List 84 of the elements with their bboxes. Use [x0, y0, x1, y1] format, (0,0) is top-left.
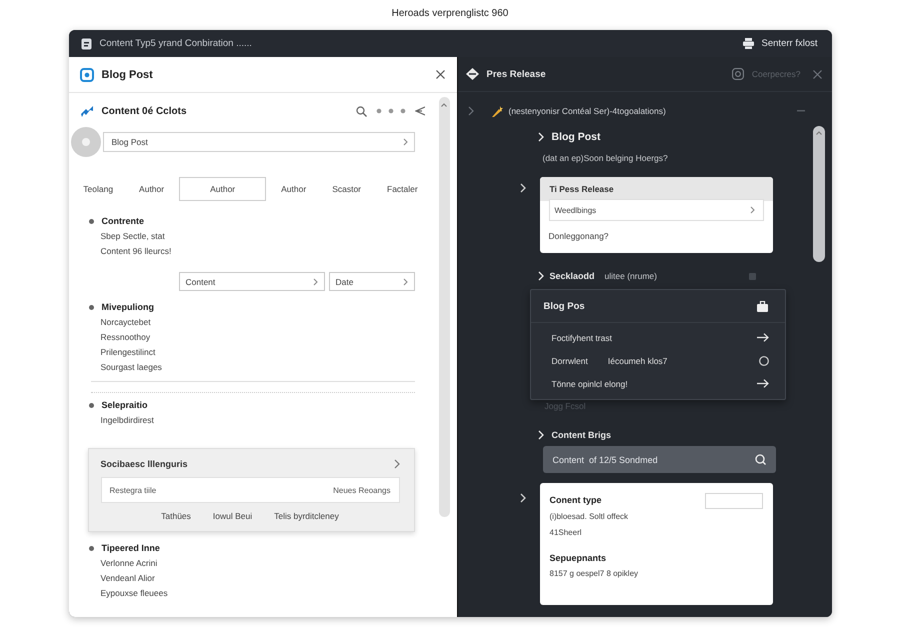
tab[interactable]: Author — [270, 177, 318, 201]
item-text: Ingelbdirdirest — [100, 414, 155, 427]
item-text: Sourgast laeges — [100, 361, 163, 374]
bullet-icon — [88, 304, 94, 310]
section-title: Content 0é Cclots — [102, 106, 187, 116]
menu-item[interactable]: Foctifyhent trast — [530, 326, 784, 349]
chevron-right-icon — [750, 206, 754, 214]
section-heading: Blog Post — [552, 131, 600, 143]
card-select[interactable]: Weedlbings — [548, 199, 764, 221]
card-link[interactable]: Iowul Beui — [212, 511, 252, 521]
camera-icon[interactable] — [732, 68, 744, 80]
chevron-right-icon — [402, 138, 408, 146]
bullet-icon — [88, 546, 94, 550]
section-heading: Content Brigs — [552, 430, 611, 440]
tree-item[interactable]: (nestenyonisr Contéal Ser)-4togoalations) — [508, 106, 666, 116]
card-row[interactable]: Restegra tiile Neues Reoangs — [100, 477, 400, 503]
square-icon — [748, 272, 756, 280]
filter-select[interactable]: Content — [178, 272, 324, 291]
tab[interactable]: Teolang — [72, 177, 124, 201]
tab[interactable]: Factaler — [376, 177, 429, 201]
card-text: 8157 g oespel7 8 opikley — [550, 568, 640, 580]
tab[interactable]: Author — [128, 177, 176, 201]
card-subtitle: Sepuepnants — [550, 552, 608, 565]
caret-up-icon — [816, 131, 822, 135]
tab[interactable]: Author — [179, 177, 266, 201]
row-value: Neues Reoangs — [333, 486, 390, 494]
row-label: Secklaodd — [550, 271, 595, 281]
item-title: Tipeered Inne — [102, 543, 160, 553]
search-field[interactable]: Content of 12/5 Sondmed — [542, 446, 776, 473]
item-text: Vendeanl Alior — [100, 572, 156, 585]
arrow-right-icon — [756, 379, 768, 388]
item-text: Eypouxse fleuees — [100, 587, 169, 600]
printer-icon — [742, 38, 754, 49]
card-title: Socibaesc lllenguris — [100, 459, 188, 469]
wand-icon — [492, 106, 502, 116]
window-title: Content Typ5 yrand Conbiration ...... — [100, 38, 252, 49]
scrollbar[interactable] — [438, 97, 450, 517]
filter-select[interactable]: Date — [328, 272, 414, 291]
close-icon[interactable] — [812, 70, 822, 78]
input-field[interactable] — [704, 493, 762, 509]
bullet-icon — [88, 402, 94, 408]
caret-up-icon — [441, 103, 447, 107]
card-link[interactable]: Tathües — [161, 511, 191, 521]
arrow-right-icon — [756, 333, 768, 342]
card-title: Conent type — [550, 495, 602, 505]
card-text: (i)bloesad. Soltl offeck — [550, 511, 630, 523]
document-icon — [80, 38, 92, 50]
close-icon[interactable] — [436, 70, 444, 79]
row-note: ulitee (nrume) — [604, 271, 657, 281]
card-text: 41Sheerl — [550, 527, 583, 539]
card-text: Donleggonang? — [548, 230, 610, 243]
bullet-icon — [88, 218, 94, 224]
circle-icon — [70, 127, 100, 157]
card-title: Ti Pess Release — [550, 184, 614, 194]
item-text: Ressnoothoy — [100, 331, 152, 344]
menu-item[interactable]: Dorrwlent Iécoumeh klos7 — [530, 349, 784, 372]
item-title: Contrente — [102, 216, 144, 226]
chevron-right-icon — [402, 278, 408, 286]
item-text: Verlonne Acrini — [100, 557, 158, 570]
more-icon[interactable] — [376, 108, 406, 114]
chevron-right-icon — [312, 278, 318, 286]
item-text: Prilengestilinct — [100, 346, 156, 359]
section-question: (dat an ep)Soon belging Hoergs? — [542, 153, 669, 163]
item-text: Norcayctebet — [100, 316, 152, 329]
search-icon — [754, 454, 766, 465]
card-link[interactable]: Telis byrditcleney — [274, 511, 339, 521]
item-text: Content 96 lleurcs! — [100, 245, 172, 258]
page-caption: Heroads verprenglistc 960 — [392, 8, 508, 21]
panel-title: Blog Post — [102, 68, 153, 80]
row-label: Restegra tiile — [110, 486, 156, 494]
scrollbar[interactable] — [812, 126, 824, 262]
tab[interactable]: Scastor — [321, 177, 372, 201]
search-icon[interactable] — [356, 106, 366, 116]
item-title: Mivepuliong — [102, 302, 154, 312]
menu-title: Blog Pos — [544, 300, 585, 312]
item-title: Selepraitio — [102, 400, 148, 410]
panel-title: Pres Release — [486, 68, 546, 80]
radio-icon — [758, 356, 768, 366]
menu-item[interactable]: Tönne opinlcl elong! — [530, 372, 784, 395]
content-type-select[interactable]: Blog Post — [102, 132, 414, 152]
bag-icon — [756, 300, 768, 312]
header-hint: Coerpecres? — [752, 69, 800, 79]
header-action-button[interactable]: Senterr fxlost — [740, 36, 820, 51]
item-text: Sbep Sectle, stat — [100, 230, 166, 243]
